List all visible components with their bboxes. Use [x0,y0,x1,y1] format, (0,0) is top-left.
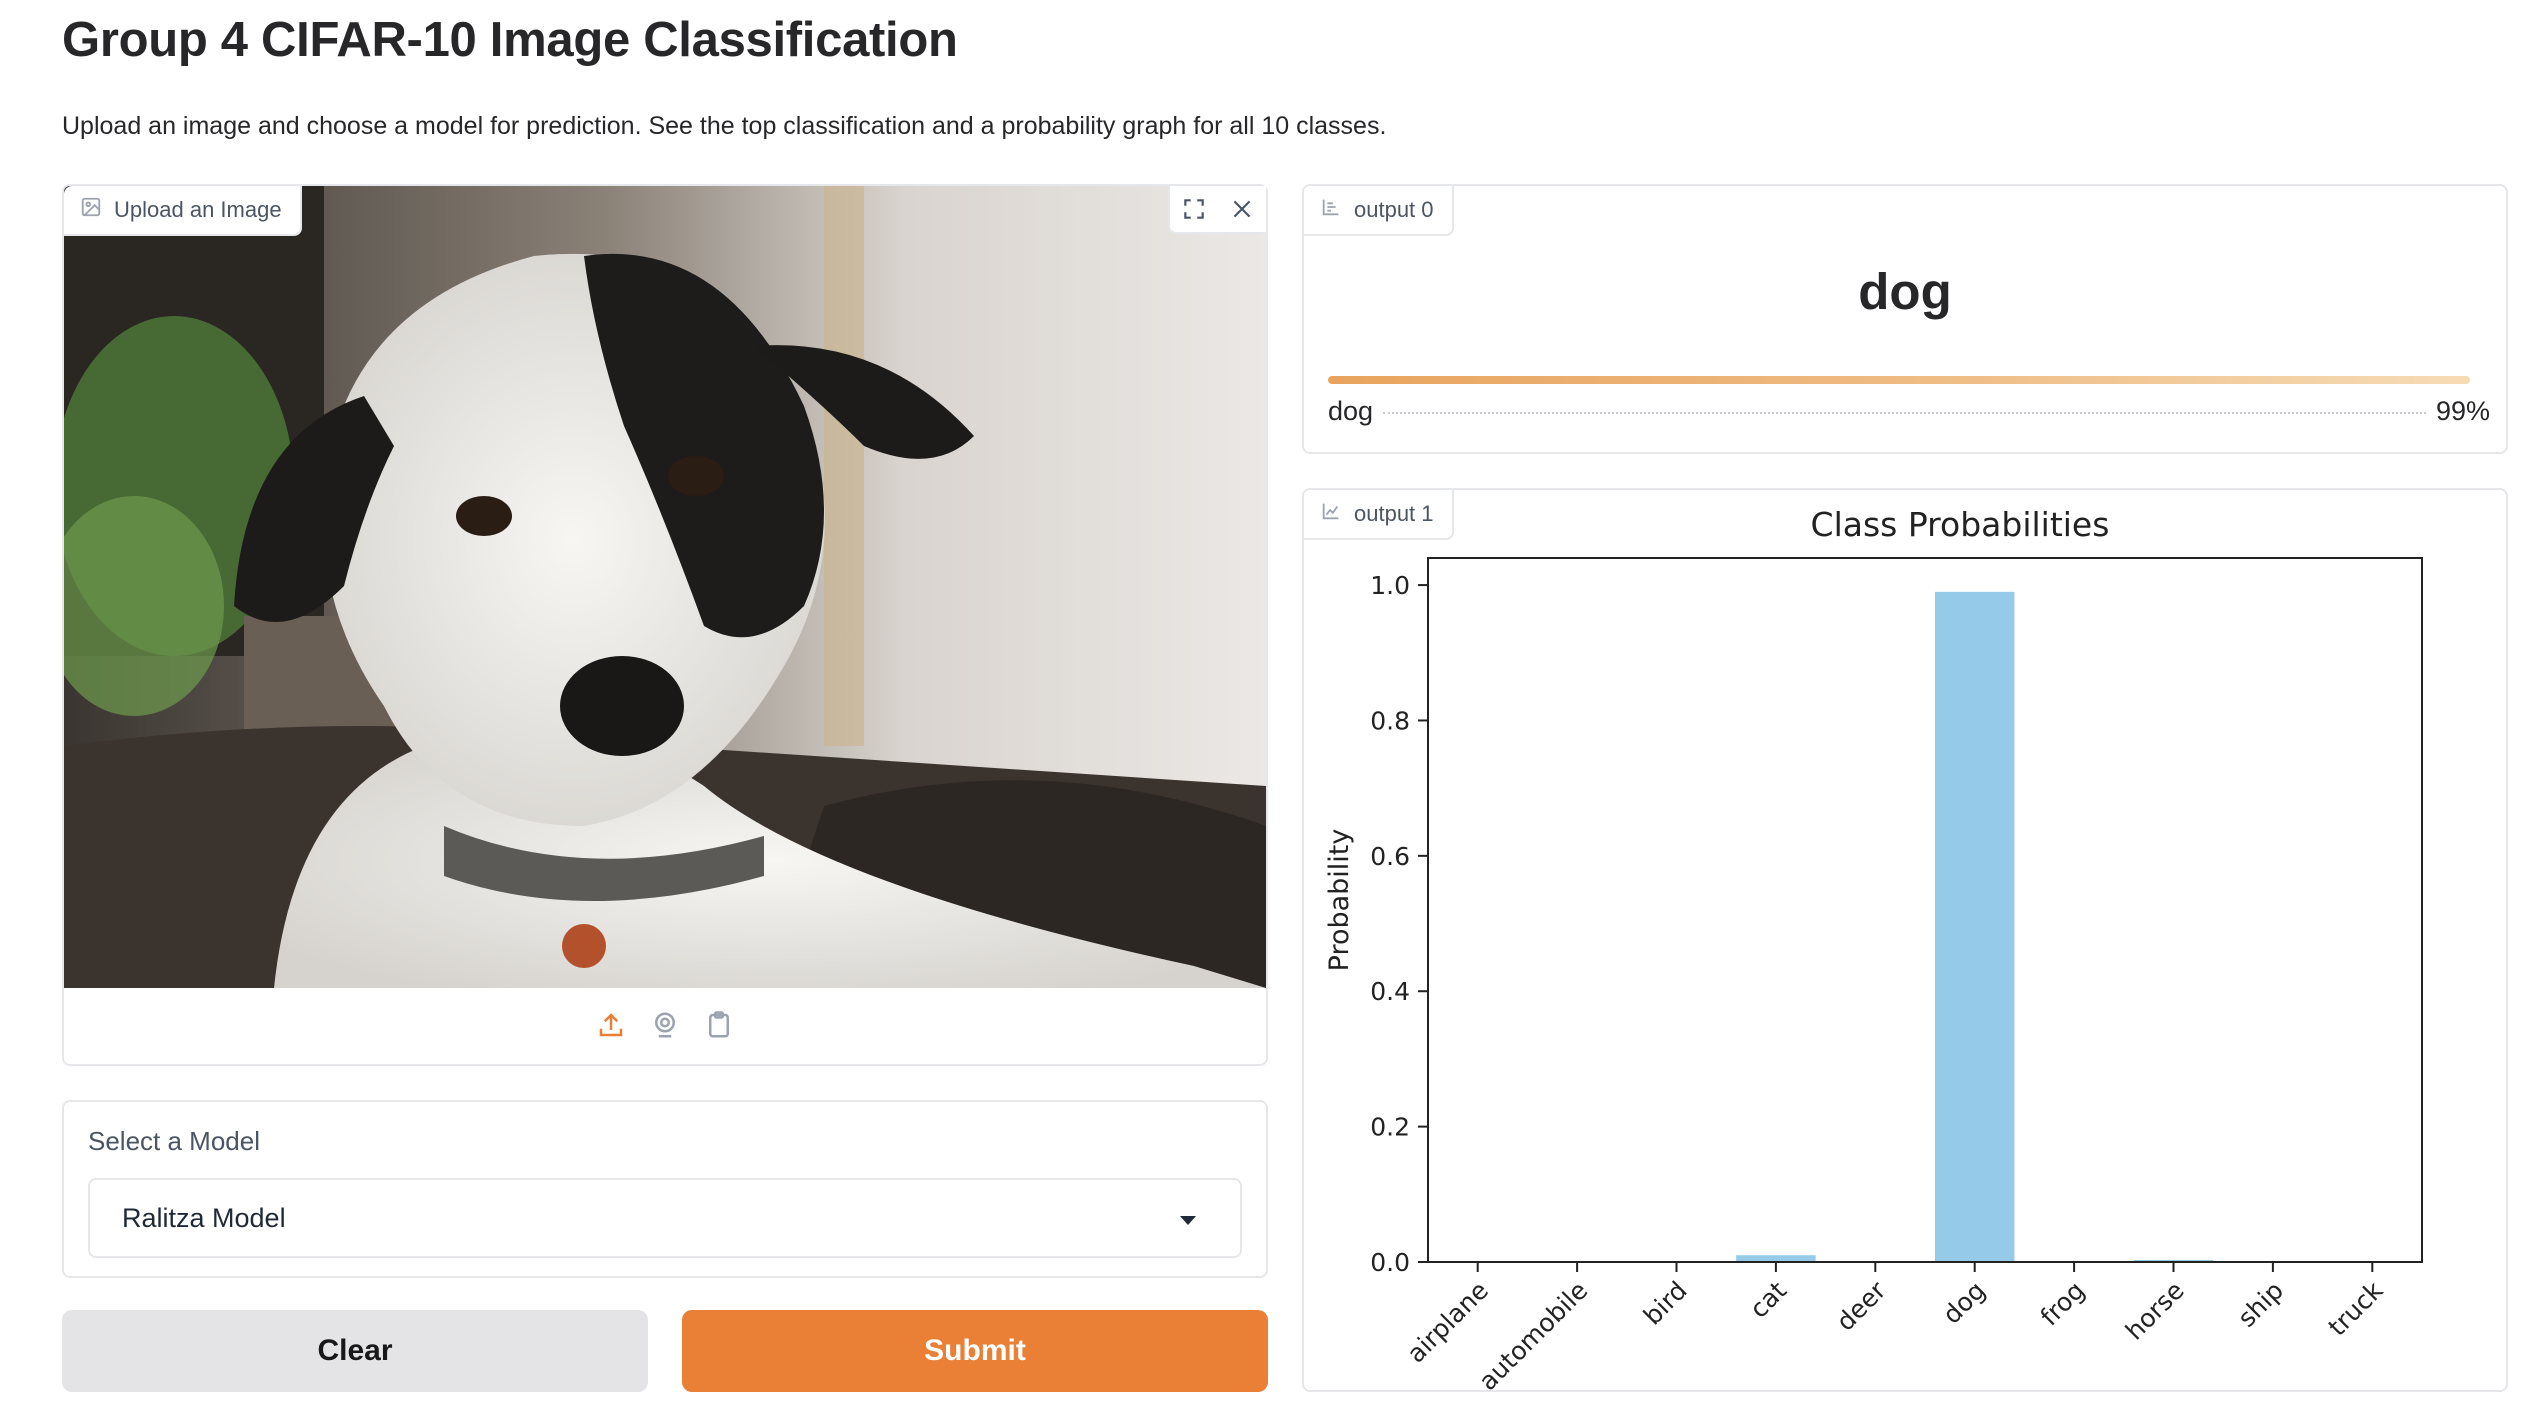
x-tick-label-ship: ship [2232,1276,2289,1333]
x-tick-label-truck: truck [2323,1275,2389,1341]
image-source-row [64,986,1266,1064]
y-tick-label-3: 0.6 [1370,842,1410,871]
output0-label-text: output 0 [1354,197,1434,222]
upload-icon[interactable] [595,1009,627,1041]
y-tick-label-5: 1.0 [1370,571,1410,600]
bar-cat [1736,1255,1816,1262]
confidence-row[interactable]: dog 99% [1328,396,2490,427]
chart-plot-frame [1427,557,2423,1263]
chart-title: Class Probabilities [1811,505,2110,544]
plot-output-panel: output 1 Class Probabilities Probability… [1302,488,2508,1392]
confidence-percent: 99% [2435,396,2490,426]
label-output-panel: output 0 dog dog 99% [1302,184,2508,454]
chevron-down-icon [1180,1216,1196,1225]
y-tick-label-4: 0.8 [1370,706,1410,735]
x-tick-label-cat: cat [1744,1276,1792,1324]
model-dropdown-value: Ralitza Model [122,1202,286,1233]
image-upload-label-text: Upload an Image [114,197,282,222]
image-toolbar [1168,186,1266,234]
x-tick-label-automobile: automobile [1473,1276,1593,1390]
image-upload-label: Upload an Image [64,186,302,236]
label-icon [1320,196,1342,224]
close-icon[interactable] [1218,186,1266,232]
x-tick-label-bird: bird [1638,1276,1693,1331]
confidence-bar [1328,376,2470,384]
confidence-leader [1383,412,2426,414]
page-title: Group 4 CIFAR-10 Image Classification [62,13,958,67]
top-class-label: dog [1858,263,1952,320]
output1-label: output 1 [1304,490,1454,540]
x-tick-label-deer: deer [1831,1275,1892,1336]
chart-icon [1320,500,1342,528]
y-tick-label-2: 0.4 [1370,977,1410,1006]
class-probabilities-chart: Class Probabilities Probability 0.0 0.2 0.… [1324,505,2423,1390]
page-description: Upload an image and choose a model for p… [62,112,1387,140]
submit-button[interactable]: Submit [682,1310,1268,1392]
fullscreen-icon[interactable] [1170,186,1218,232]
x-tick-label-airplane: airplane [1401,1276,1494,1369]
model-select-label: Select a Model [88,1126,260,1156]
x-tick-label-frog: frog [2035,1276,2091,1332]
y-tick-label-0: 0.0 [1370,1248,1410,1277]
webcam-icon[interactable] [649,1009,681,1041]
y-tick-label-1: 0.2 [1370,1113,1410,1142]
clear-button[interactable]: Clear [62,1310,648,1392]
image-icon [80,196,102,224]
chart-y-axis-label: Probability [1324,829,1355,972]
uploaded-image [64,186,1266,988]
clipboard-icon[interactable] [703,1009,735,1041]
x-tick-label-dog: dog [1937,1276,1991,1330]
output0-label: output 0 [1304,186,1454,236]
confidence-label: dog [1328,396,1374,426]
output1-label-text: output 1 [1354,501,1434,526]
x-tick-label-horse: horse [2120,1276,2190,1346]
model-select-panel: Select a Model Ralitza Model [62,1100,1268,1278]
model-dropdown[interactable]: Ralitza Model [88,1178,1242,1258]
image-upload-panel[interactable]: Upload an Image [62,184,1268,1066]
bar-dog [1934,591,2015,1262]
